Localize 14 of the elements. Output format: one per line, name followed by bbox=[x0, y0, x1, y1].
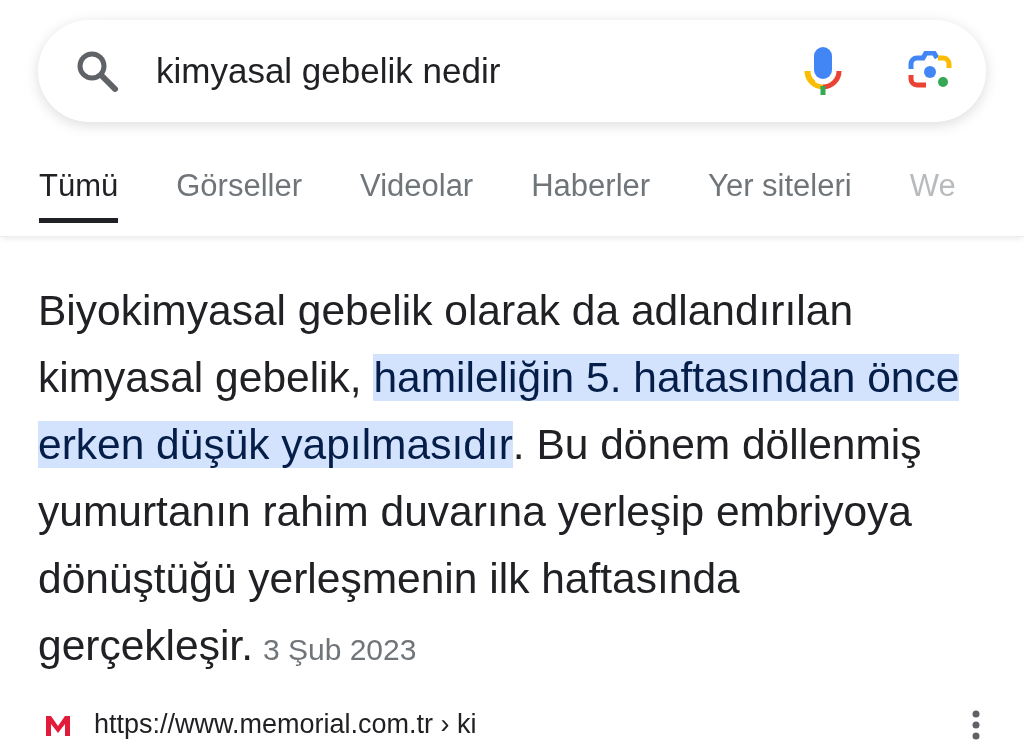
search-tab[interactable]: Videolar bbox=[360, 160, 474, 234]
search-field[interactable]: kimyasal gebelik nedir bbox=[38, 20, 986, 122]
date-text: 3 Şub 2023 bbox=[262, 633, 417, 666]
more-options-icon[interactable] bbox=[972, 709, 980, 740]
search-tab[interactable]: Yer siteleri bbox=[708, 160, 852, 234]
search-query: kimyasal gebelik nedir bbox=[156, 51, 502, 91]
result-url[interactable]: https://www.memorial.com.tr › ki bbox=[94, 709, 972, 740]
answer-text: Biyokimyasal gebelik olarak da adlandırılan kimyasal gebelik, hamileliğin 5. haftasından önce erken düşük yapılmasıdır. Bu dönem döllenmiş yumurtanın rahim duvarına yerleşip embriyoya dönüştüğü yerleşmenin ilk haftasında gerçekleşir. 3 Şub 2023 bbox=[38, 286, 961, 671]
camera-icon[interactable] bbox=[908, 51, 952, 91]
site-logo-icon bbox=[44, 713, 72, 736]
search-tab[interactable]: Haberler bbox=[531, 160, 651, 234]
search-tab[interactable]: Tümü bbox=[39, 160, 119, 223]
search-tab[interactable]: Görseller bbox=[176, 160, 302, 234]
microphone-icon[interactable] bbox=[804, 47, 842, 95]
